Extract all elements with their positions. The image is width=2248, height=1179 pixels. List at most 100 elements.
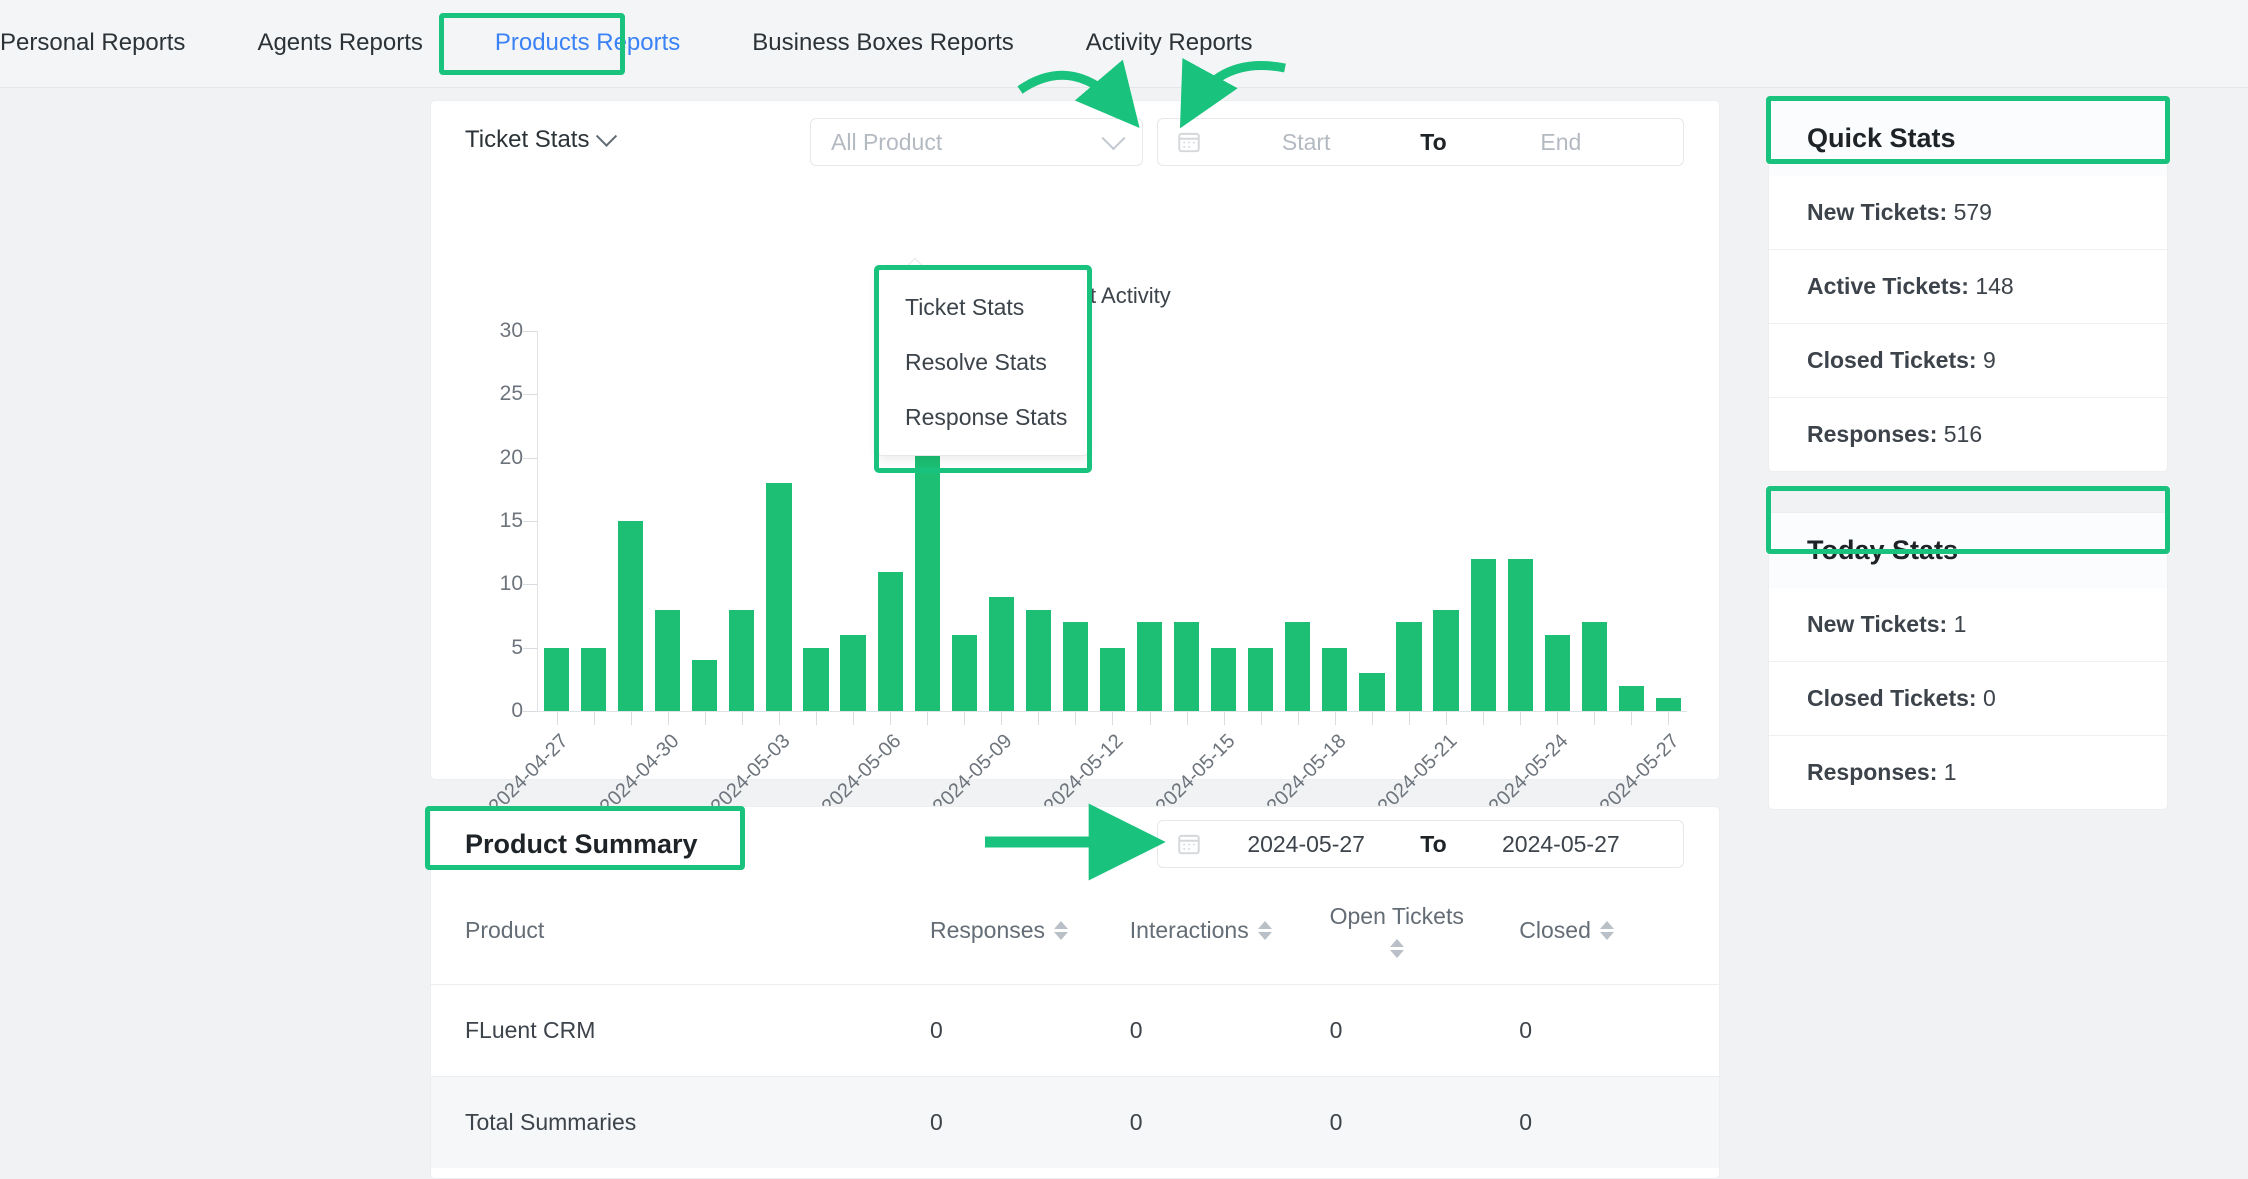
x-axis-tick-mark (1149, 712, 1151, 725)
chart-date-end[interactable]: End (1457, 129, 1665, 156)
bar-slot (723, 331, 760, 711)
bar[interactable] (1174, 622, 1200, 711)
bar[interactable] (543, 647, 570, 711)
x-axis-tick-mark (1038, 712, 1040, 725)
cell-product: Total Summaries (431, 1076, 930, 1168)
today-stat-label: New Tickets: (1807, 611, 1954, 637)
bar-slot (1390, 331, 1427, 711)
bar[interactable] (729, 609, 755, 711)
summary-date-range-picker[interactable]: 2024-05-27 To 2024-05-27 (1157, 820, 1684, 868)
bar[interactable] (618, 521, 644, 711)
y-axis-tick-mark (523, 331, 537, 332)
bar[interactable] (803, 647, 829, 711)
bar[interactable] (1470, 559, 1496, 711)
col-header-closed[interactable]: Closed (1519, 881, 1719, 985)
bar[interactable] (655, 609, 681, 711)
tab-activity-reports[interactable]: Activity Reports (1050, 0, 1289, 87)
bar[interactable] (1544, 635, 1570, 711)
bar[interactable] (1507, 559, 1533, 711)
bar-slot (1539, 331, 1576, 711)
summary-date-start[interactable]: 2024-05-27 (1202, 831, 1410, 858)
col-header-interactions[interactable]: Interactions (1130, 881, 1330, 985)
x-axis-tick-mark (1223, 712, 1225, 725)
x-tick-slot: 2024-05-09 (929, 712, 1020, 818)
sort-closed-icon[interactable] (1599, 921, 1614, 940)
dropdown-item-ticket-stats[interactable]: Ticket Stats (879, 280, 1087, 335)
bar-slot (1353, 331, 1390, 711)
y-axis-tick-label: 25 (499, 382, 523, 406)
tab-label: Personal Reports (0, 29, 186, 56)
quick-stat-value: 579 (1953, 199, 1992, 225)
tab-business-boxes-reports[interactable]: Business Boxes Reports (716, 0, 1049, 87)
x-axis-tick-mark (1668, 712, 1670, 725)
bar[interactable] (951, 635, 977, 711)
summary-date-end[interactable]: 2024-05-27 (1457, 831, 1665, 858)
bar-slot (1465, 331, 1502, 711)
col-header-responses[interactable]: Responses (930, 881, 1130, 985)
x-tick-slot (1242, 712, 1279, 726)
bar[interactable] (1359, 673, 1385, 711)
sort-responses-icon[interactable] (1054, 921, 1069, 940)
sort-open-tickets-icon[interactable] (1389, 939, 1404, 958)
chart-date-range-picker[interactable]: Start To End (1157, 118, 1684, 166)
tab-personal-reports[interactable]: Personal Reports (0, 0, 221, 87)
bar[interactable] (1285, 622, 1311, 711)
x-tick-slot (946, 712, 983, 726)
x-axis-tick-mark (1260, 712, 1262, 725)
stats-type-dropdown-menu[interactable]: Ticket Stats Resolve Stats Response Stats (878, 257, 1088, 456)
bar[interactable] (1248, 647, 1274, 711)
today-stat-row: New Tickets: 1 (1769, 588, 2167, 661)
product-filter-select[interactable]: All Product (810, 118, 1143, 166)
x-tick-slot (723, 712, 760, 726)
bar[interactable] (766, 483, 792, 711)
chevron-down-icon (596, 125, 618, 147)
x-tick-slot: 2024-05-18 (1262, 712, 1353, 818)
bar[interactable] (1581, 622, 1607, 711)
bar[interactable] (1396, 622, 1422, 711)
bar[interactable] (1433, 609, 1459, 711)
bar[interactable] (1099, 647, 1126, 711)
quick-stat-label: Responses: (1807, 421, 1944, 447)
bar[interactable] (1211, 647, 1237, 711)
col-header-open-tickets[interactable]: Open Tickets (1330, 881, 1520, 985)
x-tick-slot (909, 712, 946, 726)
bar-slot (760, 331, 797, 711)
stats-type-select[interactable]: Ticket Stats (465, 125, 618, 154)
calendar-icon (1178, 132, 1200, 153)
dropdown-caret (903, 257, 927, 281)
tab-agents-reports[interactable]: Agents Reports (221, 0, 458, 87)
x-tick-slot (1168, 712, 1205, 726)
bar[interactable] (1136, 622, 1163, 711)
x-tick-slot: 2024-05-12 (1040, 712, 1131, 818)
x-axis-tick-mark (815, 712, 817, 725)
bar[interactable] (988, 597, 1014, 711)
product-summary-card: Product Summary 2024-05-27 To 2024-05-27 (430, 806, 1720, 1179)
dropdown-item-response-stats[interactable]: Response Stats (879, 390, 1087, 445)
quick-stat-row: Active Tickets: 148 (1769, 249, 2167, 323)
cell-responses: 0 (929, 984, 1130, 1077)
chart-date-start[interactable]: Start (1202, 129, 1410, 156)
tab-products-reports[interactable]: Products Reports (459, 0, 716, 87)
dropdown-item-resolve-stats[interactable]: Resolve Stats (879, 335, 1087, 390)
x-axis-tick-mark (1557, 712, 1559, 725)
bar[interactable] (581, 647, 607, 711)
x-axis-tick-mark (1520, 712, 1522, 725)
bar[interactable] (1322, 647, 1348, 711)
x-tick-slot (1131, 712, 1168, 726)
top-navigation-bar: Personal Reports Agents Reports Products R… (0, 0, 2248, 88)
sort-interactions-icon[interactable] (1257, 921, 1272, 940)
bar[interactable] (1062, 622, 1088, 711)
x-tick-slot (1465, 712, 1502, 726)
bar[interactable] (1025, 609, 1051, 711)
cell-product: FLuent CRM (431, 984, 930, 1077)
quick-stat-row: New Tickets: 579 (1769, 176, 2167, 249)
bar[interactable] (840, 635, 866, 711)
bar[interactable] (877, 571, 903, 711)
stats-type-label: Ticket Stats (465, 126, 590, 153)
x-axis-tick-mark (1334, 712, 1336, 725)
bar[interactable] (1618, 685, 1644, 711)
bar[interactable] (692, 660, 718, 711)
chart-bars (538, 271, 1687, 711)
bar[interactable] (1655, 698, 1681, 711)
y-axis-tick-mark (523, 584, 537, 586)
